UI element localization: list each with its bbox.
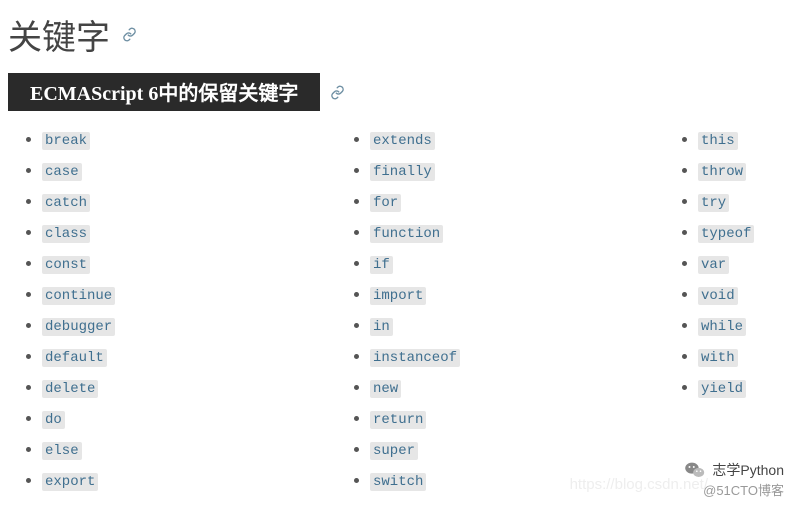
brand-watermark: 志学Python	[684, 459, 784, 481]
keyword-link[interactable]: default	[42, 349, 107, 367]
list-item: yield	[698, 373, 754, 404]
keyword-link[interactable]: new	[370, 380, 401, 398]
page-title-text: 关键字	[8, 10, 110, 59]
keyword-link[interactable]: class	[42, 225, 90, 243]
sub-watermark: @51CTO博客	[703, 480, 784, 499]
anchor-icon[interactable]	[122, 27, 137, 42]
list-item: extends	[370, 125, 678, 156]
keyword-link[interactable]: instanceof	[370, 349, 460, 367]
keyword-list: this throw try typeof var void while with yield	[678, 125, 754, 404]
keyword-link[interactable]: do	[42, 411, 65, 429]
list-item: function	[370, 218, 678, 249]
list-item: break	[42, 125, 350, 156]
brand-text: 志学Python	[712, 460, 784, 480]
list-item: do	[42, 404, 350, 435]
keyword-link[interactable]: const	[42, 256, 90, 274]
list-item: delete	[42, 373, 350, 404]
wechat-icon	[684, 459, 706, 481]
keyword-columns: break case catch class const continue debugger…	[8, 125, 790, 497]
anchor-icon[interactable]	[330, 85, 345, 100]
keyword-link[interactable]: with	[698, 349, 738, 367]
keyword-link[interactable]: continue	[42, 287, 115, 305]
list-item: export	[42, 466, 350, 497]
list-item: new	[370, 373, 678, 404]
keyword-link[interactable]: extends	[370, 132, 435, 150]
keyword-link[interactable]: void	[698, 287, 738, 305]
keyword-link[interactable]: super	[370, 442, 418, 460]
keyword-link[interactable]: throw	[698, 163, 746, 181]
list-item: return	[370, 404, 678, 435]
keyword-link[interactable]: in	[370, 318, 393, 336]
list-item: try	[698, 187, 754, 218]
keyword-link[interactable]: break	[42, 132, 90, 150]
list-item: import	[370, 280, 678, 311]
list-item: in	[370, 311, 678, 342]
keyword-column-1: break case catch class const continue debugger…	[22, 125, 350, 497]
list-item: void	[698, 280, 754, 311]
keyword-link[interactable]: delete	[42, 380, 98, 398]
list-item: debugger	[42, 311, 350, 342]
section-title-text: ECMAScript 6中的保留关键字	[30, 83, 298, 105]
keyword-link[interactable]: var	[698, 256, 729, 274]
keyword-column-3: this throw try typeof var void while with yield	[678, 125, 754, 497]
list-item: typeof	[698, 218, 754, 249]
keyword-column-2: extends finally for function if import in insta…	[350, 125, 678, 497]
keyword-link[interactable]: export	[42, 473, 98, 491]
list-item: class	[42, 218, 350, 249]
list-item: instanceof	[370, 342, 678, 373]
list-item: if	[370, 249, 678, 280]
list-item: default	[42, 342, 350, 373]
keyword-link[interactable]: try	[698, 194, 729, 212]
list-item: throw	[698, 156, 754, 187]
keyword-link[interactable]: else	[42, 442, 82, 460]
keyword-link[interactable]: typeof	[698, 225, 754, 243]
list-item: const	[42, 249, 350, 280]
keyword-link[interactable]: catch	[42, 194, 90, 212]
keyword-link[interactable]: for	[370, 194, 401, 212]
keyword-list: break case catch class const continue debugger…	[22, 125, 350, 497]
list-item: finally	[370, 156, 678, 187]
keyword-link[interactable]: switch	[370, 473, 426, 491]
section-heading: ECMAScript 6中的保留关键字	[8, 73, 790, 111]
list-item: with	[698, 342, 754, 373]
keyword-link[interactable]: import	[370, 287, 426, 305]
keyword-link[interactable]: this	[698, 132, 738, 150]
keyword-link[interactable]: debugger	[42, 318, 115, 336]
list-item: continue	[42, 280, 350, 311]
keyword-link[interactable]: yield	[698, 380, 746, 398]
list-item: while	[698, 311, 754, 342]
list-item: case	[42, 156, 350, 187]
list-item: this	[698, 125, 754, 156]
list-item: for	[370, 187, 678, 218]
keyword-list: extends finally for function if import in insta…	[350, 125, 678, 497]
section-title-box: ECMAScript 6中的保留关键字	[8, 73, 320, 111]
list-item: super	[370, 435, 678, 466]
keyword-link[interactable]: function	[370, 225, 443, 243]
list-item: else	[42, 435, 350, 466]
keyword-link[interactable]: if	[370, 256, 393, 274]
keyword-link[interactable]: finally	[370, 163, 435, 181]
list-item: var	[698, 249, 754, 280]
keyword-link[interactable]: while	[698, 318, 746, 336]
list-item: switch	[370, 466, 678, 497]
keyword-link[interactable]: return	[370, 411, 426, 429]
keyword-link[interactable]: case	[42, 163, 82, 181]
list-item: catch	[42, 187, 350, 218]
page-title: 关键字	[8, 10, 790, 59]
